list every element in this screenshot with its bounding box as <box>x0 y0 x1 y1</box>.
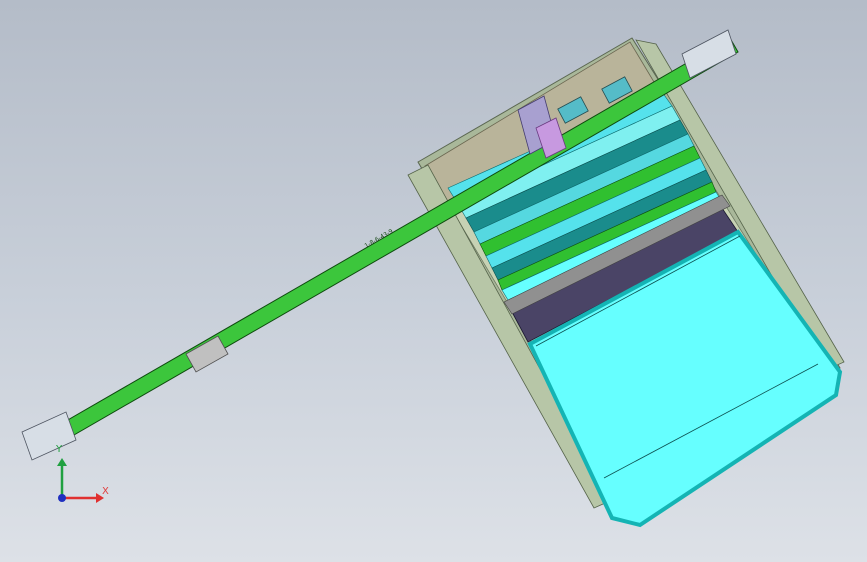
triad-y-label: Y <box>56 444 63 455</box>
triad-y-arrow <box>57 458 67 466</box>
coordinate-triad <box>57 458 104 503</box>
model-scene[interactable]: 1-8-6-43-9 <box>0 0 867 562</box>
rail-end-cap-right[interactable] <box>681 29 737 79</box>
triad-x-label: X <box>102 486 109 497</box>
cad-viewport[interactable]: 1-8-6-43-9 X Y <box>0 0 867 562</box>
machine-assembly[interactable] <box>21 29 845 528</box>
rail-end-cap-left[interactable] <box>21 411 77 461</box>
triad-z-axis <box>58 494 66 502</box>
